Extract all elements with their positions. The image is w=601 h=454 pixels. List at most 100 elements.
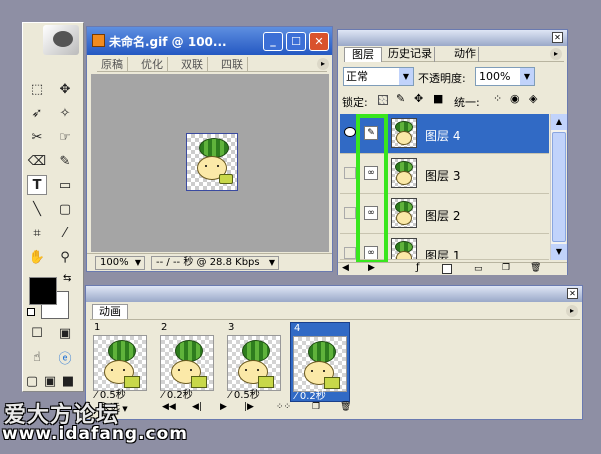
swap-colors-icon[interactable]: ⇆	[63, 273, 71, 284]
screen-mode-2-icon[interactable]: ▣	[43, 371, 57, 391]
rectangle-tool-icon[interactable]: ▭	[55, 175, 75, 195]
tween-icon[interactable]: ⁘⁘	[276, 402, 291, 412]
eraser-tool-icon[interactable]: ⌫	[27, 151, 47, 171]
scroll-left-icon[interactable]: ◀	[342, 263, 349, 273]
close-button[interactable]: ✕	[309, 32, 329, 51]
scroll-right-icon[interactable]: ▶	[368, 263, 375, 273]
tab-original[interactable]: 原稿	[97, 57, 128, 72]
lock-position-icon[interactable]: ✥	[414, 92, 423, 105]
line-tool-icon[interactable]: ╲	[27, 199, 47, 219]
rect-marquee-tool-icon[interactable]: ⬚	[27, 79, 47, 99]
animation-close-icon[interactable]: ✕	[567, 288, 578, 299]
layers-scrollbar[interactable]: ▲ ▼	[550, 114, 567, 260]
animation-frame[interactable]: 1 ⁄ 0.5秒	[91, 322, 151, 402]
layers-panel-title-bar[interactable]: ✕	[338, 30, 567, 46]
frame-number: 3	[228, 322, 235, 333]
tab-4up[interactable]: 四联	[217, 57, 248, 72]
zoom-select[interactable]: 100% ▼	[95, 256, 145, 270]
layer-thumbnail	[391, 118, 417, 148]
layer-thumbnail	[391, 198, 417, 228]
duplicate-frame-icon[interactable]: ❐	[312, 402, 320, 412]
trash-icon[interactable]: 🗑	[530, 263, 541, 273]
animation-frame[interactable]: 3 ⁄ 0.5秒	[225, 322, 285, 402]
frame-number: 2	[161, 322, 168, 333]
move-tool-icon[interactable]: ✥	[55, 79, 75, 99]
download-time-select[interactable]: -- / -- 秒 @ 28.8 Kbps ▼	[151, 256, 279, 270]
rounded-rect-tool-icon[interactable]: ▢	[55, 199, 75, 219]
frame-delay[interactable]: ⁄ 0.5秒	[229, 386, 260, 401]
layer-style-icon[interactable]: ƒ	[416, 262, 420, 273]
tab-divider	[90, 319, 580, 320]
hand-tool-icon[interactable]: ✋	[27, 247, 47, 267]
link-column-highlight	[356, 114, 388, 264]
brush-tool-icon[interactable]: ✎	[55, 151, 75, 171]
tabs-menu-arrow-icon[interactable]: ▸	[317, 58, 329, 70]
foreground-color-swatch[interactable]	[29, 277, 57, 305]
maximize-button[interactable]: ☐	[286, 32, 306, 51]
preview-browser-icon[interactable]: ⓔ	[55, 347, 75, 367]
default-colors-icon[interactable]	[27, 308, 35, 316]
unify-position-icon[interactable]: ⁘	[493, 92, 502, 105]
scroll-down-icon[interactable]: ▼	[551, 244, 567, 260]
tab-history[interactable]: 历史记录	[386, 47, 435, 62]
prev-frame-icon[interactable]: ◀|	[192, 402, 202, 412]
opacity-input[interactable]: 100% ▼	[475, 67, 535, 86]
screen-mode-3-icon[interactable]: ■	[61, 371, 75, 391]
document-status-bar: 100% ▼ -- / -- 秒 @ 28.8 Kbps ▼	[87, 253, 332, 271]
watermark-url: www.idafang.com	[2, 424, 189, 444]
delete-frame-icon[interactable]: 🗑	[340, 402, 351, 412]
canvas-area[interactable]	[91, 74, 329, 252]
panel-menu-arrow-icon[interactable]: ▸	[550, 48, 562, 60]
visibility-box[interactable]	[344, 167, 356, 179]
visibility-eye-icon[interactable]	[344, 127, 356, 137]
crop-tool-icon[interactable]: ⌗	[27, 223, 47, 243]
visibility-box[interactable]	[344, 207, 356, 219]
tab-actions[interactable]: 动作	[452, 47, 479, 62]
lock-all-icon[interactable]: ■	[433, 92, 443, 105]
next-frame-icon[interactable]: |▶	[244, 402, 254, 412]
add-mask-icon[interactable]	[442, 264, 452, 274]
zoom-tool-icon[interactable]: ⚲	[55, 247, 75, 267]
screen-mode-1-icon[interactable]: ▢	[25, 371, 39, 391]
layers-close-icon[interactable]: ✕	[552, 32, 563, 43]
frame-delay[interactable]: ⁄ 0.2秒	[295, 387, 326, 402]
tab-2up[interactable]: 双联	[177, 57, 208, 72]
unify-visibility-icon[interactable]: ◉	[510, 92, 520, 105]
hand-rollover-icon[interactable]: ☝	[27, 347, 47, 367]
first-frame-icon[interactable]: ◀◀	[162, 402, 176, 412]
opacity-label: 不透明度:	[418, 72, 466, 85]
lasso-tool-icon[interactable]: ➶	[27, 103, 47, 123]
animation-frame[interactable]: 2 ⁄ 0.2秒	[158, 322, 218, 402]
magic-wand-tool-icon[interactable]: ✧	[55, 103, 75, 123]
scroll-thumb[interactable]	[552, 132, 566, 242]
lock-image-icon[interactable]: ✎	[396, 92, 405, 105]
animation-frame-selected[interactable]: 4 ⁄ 0.2秒	[290, 322, 350, 402]
frame-delay-value: 0.2秒	[299, 391, 326, 402]
blend-mode-select[interactable]: 正常 ▼	[343, 67, 414, 86]
type-tool-icon[interactable]: T	[27, 175, 47, 195]
quickmask-mode-icon[interactable]: ▣	[55, 323, 75, 343]
animation-panel-title-bar[interactable]: ✕	[86, 286, 582, 302]
animation-tab[interactable]: 动画	[92, 304, 128, 319]
canvas-image[interactable]	[186, 133, 238, 191]
lock-transparency-icon[interactable]	[378, 95, 388, 105]
play-icon[interactable]: ▶	[220, 402, 227, 412]
tab-layers[interactable]: 图层	[344, 47, 382, 62]
slice-select-tool-icon[interactable]: ☞	[55, 127, 75, 147]
new-layer-icon[interactable]: ❐	[502, 263, 510, 273]
visibility-box[interactable]	[344, 247, 356, 259]
minimize-button[interactable]: _	[263, 32, 283, 51]
layer-name: 图层 1	[425, 249, 461, 260]
slice-tool-icon[interactable]: ✂	[27, 127, 47, 147]
unify-style-icon[interactable]: ◈	[529, 92, 537, 105]
standard-mode-icon[interactable]: ☐	[27, 323, 47, 343]
scroll-up-icon[interactable]: ▲	[551, 114, 567, 130]
eye-logo-icon	[53, 31, 73, 47]
tab-optimized[interactable]: 优化	[137, 57, 168, 72]
frame-delay[interactable]: ⁄ 0.2秒	[162, 386, 193, 401]
new-set-icon[interactable]: ▭	[474, 264, 483, 274]
animation-menu-arrow-icon[interactable]: ▸	[566, 305, 578, 317]
eyedropper-tool-icon[interactable]: ⁄	[55, 223, 75, 243]
document-title-bar[interactable]: 未命名.gif @ 100... _ ☐ ✕	[87, 27, 332, 55]
frame-delay-value: 0.2秒	[166, 390, 193, 401]
